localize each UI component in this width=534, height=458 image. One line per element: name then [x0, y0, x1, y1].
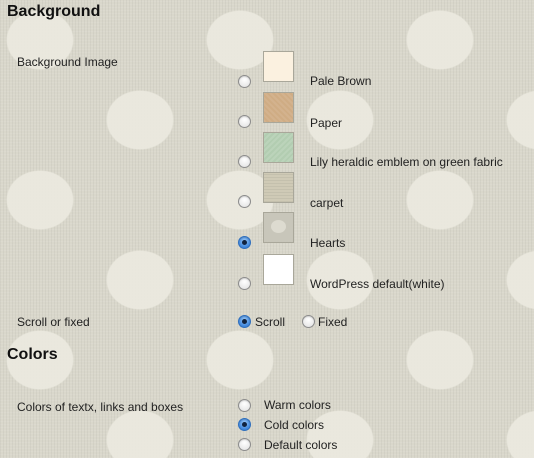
bg-option-label[interactable]: WordPress default(white) — [310, 277, 445, 291]
bg-option-label[interactable]: Hearts — [310, 236, 345, 250]
bg-option-label[interactable]: Lily heraldic emblem on green fabric — [310, 155, 503, 169]
white-swatch[interactable] — [263, 254, 294, 285]
colors-heading: Colors — [7, 346, 58, 363]
bg-radio-carpet[interactable] — [238, 195, 251, 208]
carpet-swatch[interactable] — [263, 172, 294, 203]
cold-colors-label[interactable]: Cold colors — [264, 418, 324, 432]
background-image-label: Background Image — [17, 55, 118, 69]
default-colors-radio[interactable] — [238, 438, 251, 451]
bg-radio-hearts[interactable] — [238, 236, 251, 249]
bg-option-label[interactable]: Paper — [310, 116, 342, 130]
warm-colors-label[interactable]: Warm colors — [264, 398, 331, 412]
warm-colors-radio[interactable] — [238, 399, 251, 412]
scroll-option-label[interactable]: Scroll — [255, 315, 285, 329]
default-colors-label[interactable]: Default colors — [264, 438, 337, 452]
bg-radio-lily[interactable] — [238, 155, 251, 168]
bg-radio-pale-brown[interactable] — [238, 75, 251, 88]
scroll-radio[interactable] — [238, 315, 251, 328]
bg-radio-paper[interactable] — [238, 115, 251, 128]
fixed-option-label[interactable]: Fixed — [318, 315, 347, 329]
hearts-swatch[interactable] — [263, 212, 294, 243]
lily-swatch[interactable] — [263, 132, 294, 163]
bg-radio-wordpress-default[interactable] — [238, 277, 251, 290]
bg-option-label[interactable]: Pale Brown — [310, 74, 371, 88]
cold-colors-radio[interactable] — [238, 418, 251, 431]
colors-label: Colors of textx, links and boxes — [17, 400, 184, 414]
fixed-radio[interactable] — [302, 315, 315, 328]
bg-option-label[interactable]: carpet — [310, 196, 343, 210]
paper-swatch[interactable] — [263, 92, 294, 123]
background-heading: Background — [7, 3, 101, 20]
scroll-or-fixed-label: Scroll or fixed — [17, 315, 90, 329]
pale-brown-swatch[interactable] — [263, 51, 294, 82]
